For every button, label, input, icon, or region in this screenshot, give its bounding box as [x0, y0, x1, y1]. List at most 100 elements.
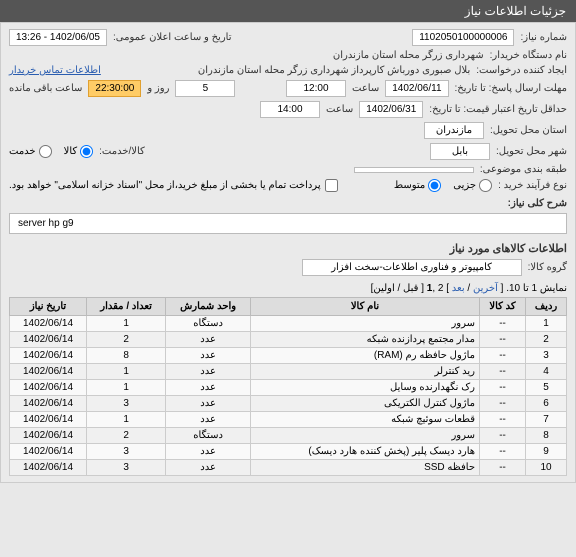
radio-goods-input[interactable]: [80, 145, 93, 158]
cell-qty: 1: [87, 316, 166, 332]
cell-code: --: [480, 348, 526, 364]
cell-name: رک نگهدارنده وسایل: [251, 380, 480, 396]
group-value: کامپیوتر و فناوری اطلاعات-سخت افزار: [302, 259, 522, 276]
cell-date: 1402/06/14: [10, 316, 87, 332]
cell-unit: عدد: [166, 364, 251, 380]
table-row: 9--هارد دیسک پلیر (پخش کننده هارد دیسک)ع…: [10, 444, 567, 460]
valid-label: حداقل تاریخ اعتبار قیمت: تا تاریخ:: [429, 104, 567, 115]
cell-date: 1402/06/14: [10, 428, 87, 444]
cell-date: 1402/06/14: [10, 364, 87, 380]
radio-medium-input[interactable]: [428, 179, 441, 192]
radio-partial[interactable]: جزیی: [453, 179, 492, 192]
table-row: 10--حافظه SSDعدد31402/06/14: [10, 460, 567, 476]
table-row: 4--رید کنترلرعدد11402/06/14: [10, 364, 567, 380]
cell-qty: 1: [87, 380, 166, 396]
pager: نمایش 1 تا 10. [ آخرین / بعد ] 2 ,1 [ قب…: [9, 280, 567, 297]
cell-qty: 2: [87, 332, 166, 348]
table-row: 5--رک نگهدارنده وسایلعدد11402/06/14: [10, 380, 567, 396]
cell-code: --: [480, 332, 526, 348]
pager-prefix: نمایش 1 تا 10. [: [498, 283, 567, 294]
pager-last[interactable]: آخرین: [473, 283, 498, 294]
pub-datetime-label: تاریخ و ساعت اعلان عمومی:: [113, 32, 232, 43]
deadline-date: 1402/06/11: [385, 80, 448, 97]
cell-n: 7: [526, 412, 567, 428]
cell-date: 1402/06/14: [10, 332, 87, 348]
pub-datetime-value: 1402/06/05 - 13:26: [9, 29, 107, 46]
cell-qty: 1: [87, 412, 166, 428]
cell-name: سرور: [251, 428, 480, 444]
desc-label: شرح کلی نیاز:: [508, 198, 567, 209]
cell-name: حافظه SSD: [251, 460, 480, 476]
table-row: 1--سروردستگاه11402/06/14: [10, 316, 567, 332]
cell-n: 5: [526, 380, 567, 396]
th-date: تاریخ نیاز: [10, 298, 87, 316]
contact-link[interactable]: اطلاعات تماس خریدار: [9, 65, 101, 76]
valid-hour: 14:00: [260, 101, 320, 118]
radio-service-input[interactable]: [39, 145, 52, 158]
cell-date: 1402/06/14: [10, 460, 87, 476]
radio-goods[interactable]: کالا: [64, 145, 94, 158]
province-value: مازندران: [424, 122, 484, 139]
time-left: 22:30:00: [88, 80, 141, 97]
cell-unit: عدد: [166, 444, 251, 460]
radio-medium[interactable]: متوسط: [394, 179, 441, 192]
cell-code: --: [480, 364, 526, 380]
cell-code: --: [480, 444, 526, 460]
deadline-hour: 12:00: [286, 80, 346, 97]
goods-service-label: کالا/خدمت:: [99, 146, 145, 157]
group-label: گروه کالا:: [528, 262, 567, 273]
province-label: استان محل تحویل:: [490, 125, 567, 136]
cell-n: 10: [526, 460, 567, 476]
table-row: 6--ماژول کنترل الکتریکیعدد31402/06/14: [10, 396, 567, 412]
cell-n: 2: [526, 332, 567, 348]
radio-partial-input[interactable]: [479, 179, 492, 192]
cell-date: 1402/06/14: [10, 380, 87, 396]
pager-sep1: /: [465, 283, 473, 294]
items-table: ردیف کد کالا نام کالا واحد شمارش تعداد /…: [9, 297, 567, 476]
payment-note: پرداخت تمام یا بخشی از مبلغ خرید،از محل …: [9, 180, 321, 191]
cell-n: 8: [526, 428, 567, 444]
deadline-label: مهلت ارسال پاسخ: تا تاریخ:: [455, 83, 567, 94]
cell-n: 1: [526, 316, 567, 332]
cell-unit: عدد: [166, 380, 251, 396]
cell-n: 9: [526, 444, 567, 460]
buyer-label: نام دستگاه خریدار:: [490, 50, 567, 61]
cell-code: --: [480, 428, 526, 444]
form-panel: شماره نیاز: 1102050100000006 تاریخ و ساع…: [0, 22, 576, 483]
creator-value: بلال صبوری دورباش کارپرداز شهرداری زرگر …: [198, 65, 470, 76]
cell-unit: دستگاه: [166, 428, 251, 444]
cell-name: ماژول کنترل الکتریکی: [251, 396, 480, 412]
need-no-value: 1102050100000006: [412, 29, 514, 46]
cell-name: مدار مجتمع پردازنده شبکه: [251, 332, 480, 348]
cell-unit: عدد: [166, 460, 251, 476]
deadline-hour-label: ساعت: [352, 83, 379, 94]
cell-qty: 3: [87, 396, 166, 412]
th-row: ردیف: [526, 298, 567, 316]
radio-partial-label: جزیی: [453, 180, 476, 191]
pager-suffix: [ قبل / اولین]: [371, 283, 427, 294]
cell-n: 6: [526, 396, 567, 412]
cell-code: --: [480, 460, 526, 476]
th-code: کد کالا: [480, 298, 526, 316]
radio-service[interactable]: خدمت: [9, 145, 52, 158]
payment-checkbox[interactable]: پرداخت تمام یا بخشی از مبلغ خرید،از محل …: [9, 179, 338, 192]
cell-qty: 2: [87, 428, 166, 444]
cell-code: --: [480, 412, 526, 428]
page-header: جزئیات اطلاعات نیاز: [0, 0, 576, 22]
page-title: جزئیات اطلاعات نیاز: [465, 4, 566, 18]
cell-name: هارد دیسک پلیر (پخش کننده هارد دیسک): [251, 444, 480, 460]
cell-qty: 8: [87, 348, 166, 364]
cell-date: 1402/06/14: [10, 396, 87, 412]
valid-date: 1402/06/31: [359, 101, 423, 118]
cell-qty: 1: [87, 364, 166, 380]
valid-hour-label: ساعت: [326, 104, 353, 115]
payment-checkbox-input[interactable]: [325, 179, 338, 192]
cell-date: 1402/06/14: [10, 444, 87, 460]
table-row: 3--ماژول حافظه رم (RAM)عدد81402/06/14: [10, 348, 567, 364]
th-unit: واحد شمارش: [166, 298, 251, 316]
cell-unit: عدد: [166, 332, 251, 348]
grouping-value: [354, 167, 474, 173]
table-row: 2--مدار مجتمع پردازنده شبکهعدد21402/06/1…: [10, 332, 567, 348]
pager-next[interactable]: بعد: [452, 283, 465, 294]
need-no-label: شماره نیاز:: [520, 32, 567, 43]
